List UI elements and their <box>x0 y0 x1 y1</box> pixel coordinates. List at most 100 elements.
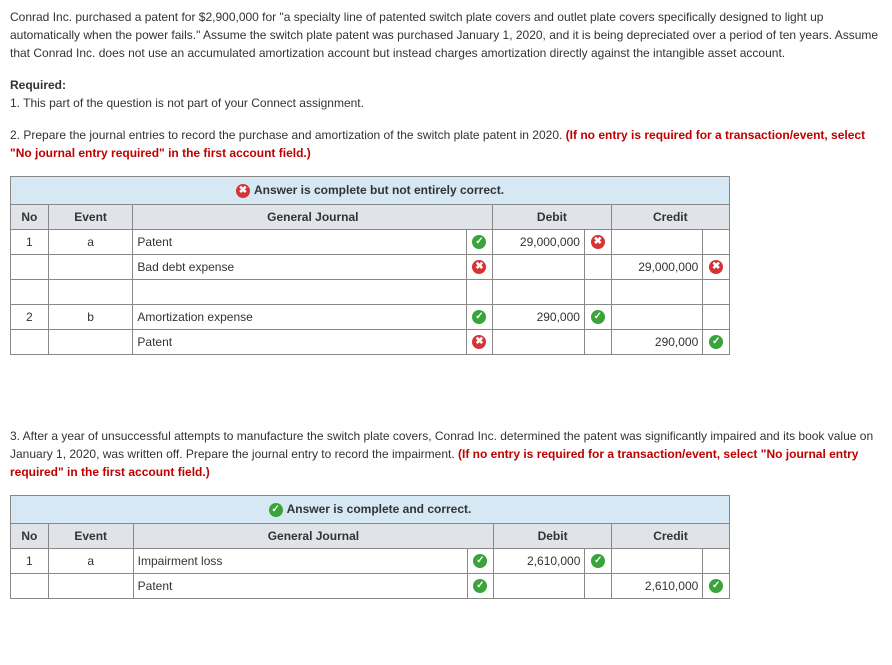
col-general-journal: General Journal <box>133 523 493 548</box>
cell-account[interactable]: Impairment loss <box>133 548 467 573</box>
cell-debit-mark <box>584 279 611 304</box>
cell-debit-mark <box>585 573 612 598</box>
question-intro: Conrad Inc. purchased a patent for $2,90… <box>10 8 882 62</box>
cell-account[interactable]: Patent <box>133 329 466 354</box>
table-row: 1aPatent ✓ 29,000,000 ✖ <box>11 229 730 254</box>
cell-credit[interactable] <box>612 548 703 573</box>
cell-no[interactable] <box>11 279 49 304</box>
x-icon: ✖ <box>472 335 486 349</box>
col-debit: Debit <box>494 523 612 548</box>
answer-banner-2: ✓ Answer is complete and correct. <box>10 495 730 523</box>
banner-correct-icon: ✓ <box>269 503 283 517</box>
cell-account-mark: ✓ <box>466 229 493 254</box>
cell-event[interactable] <box>48 279 133 304</box>
cell-credit[interactable]: 29,000,000 <box>611 254 703 279</box>
check-icon: ✓ <box>472 235 486 249</box>
col-credit: Credit <box>611 204 729 229</box>
banner-wrong-icon: ✖ <box>236 184 250 198</box>
cell-no[interactable] <box>11 573 49 598</box>
cell-credit[interactable] <box>611 279 703 304</box>
cell-credit-mark: ✖ <box>703 254 730 279</box>
cell-event[interactable]: a <box>48 548 133 573</box>
col-general-journal: General Journal <box>133 204 493 229</box>
check-icon: ✓ <box>709 335 723 349</box>
cell-debit[interactable]: 290,000 <box>493 304 585 329</box>
check-icon: ✓ <box>472 310 486 324</box>
cell-event[interactable] <box>48 573 133 598</box>
cell-no[interactable]: 2 <box>11 304 49 329</box>
col-no: No <box>11 204 49 229</box>
check-icon: ✓ <box>473 554 487 568</box>
cell-account-mark: ✖ <box>466 254 493 279</box>
cell-account-mark: ✖ <box>466 329 493 354</box>
cell-event[interactable]: a <box>48 229 133 254</box>
table-row: 1aImpairment loss ✓ 2,610,000 ✓ <box>11 548 730 573</box>
cell-credit[interactable] <box>611 304 703 329</box>
table-row: Patent ✖ 290,000 ✓ <box>11 329 730 354</box>
table-row: 2bAmortization expense ✓ 290,000 ✓ <box>11 304 730 329</box>
cell-credit-mark <box>703 229 730 254</box>
cell-credit-mark <box>703 304 730 329</box>
check-icon: ✓ <box>591 310 605 324</box>
cell-debit[interactable] <box>494 573 585 598</box>
cell-no[interactable] <box>11 254 49 279</box>
journal-block-1: ✖ Answer is complete but not entirely cor… <box>10 176 730 355</box>
requirement-3: 3. After a year of unsuccessful attempts… <box>10 427 882 481</box>
cell-credit-mark: ✓ <box>703 573 730 598</box>
cell-debit[interactable] <box>493 254 585 279</box>
x-icon: ✖ <box>709 260 723 274</box>
cell-debit-mark <box>584 329 611 354</box>
cell-account-mark <box>466 279 493 304</box>
cell-event[interactable]: b <box>48 304 133 329</box>
cell-account[interactable]: Amortization expense <box>133 304 466 329</box>
cell-account[interactable]: Patent <box>133 573 467 598</box>
cell-account[interactable] <box>133 279 466 304</box>
cell-no[interactable]: 1 <box>11 229 49 254</box>
banner-1-text: Answer is complete but not entirely corr… <box>254 183 504 197</box>
cell-no[interactable] <box>11 329 49 354</box>
cell-account-mark: ✓ <box>466 304 493 329</box>
x-icon: ✖ <box>591 235 605 249</box>
cell-debit[interactable]: 2,610,000 <box>494 548 585 573</box>
cell-credit[interactable]: 2,610,000 <box>612 573 703 598</box>
check-icon: ✓ <box>591 554 605 568</box>
col-event: Event <box>48 523 133 548</box>
journal-table-1: No Event General Journal Debit Credit 1a… <box>10 204 730 355</box>
cell-debit-mark <box>584 254 611 279</box>
cell-debit[interactable]: 29,000,000 <box>493 229 585 254</box>
table-row: Patent ✓ 2,610,000 ✓ <box>11 573 730 598</box>
cell-debit[interactable] <box>493 279 585 304</box>
cell-credit-mark: ✓ <box>703 329 730 354</box>
col-debit: Debit <box>493 204 611 229</box>
check-icon: ✓ <box>709 579 723 593</box>
cell-account-mark: ✓ <box>467 548 494 573</box>
banner-2-text: Answer is complete and correct. <box>287 502 472 516</box>
table-row: Bad debt expense ✖ 29,000,000 ✖ <box>11 254 730 279</box>
cell-credit[interactable]: 290,000 <box>611 329 703 354</box>
table-row <box>11 279 730 304</box>
requirement-2: 2. Prepare the journal entries to record… <box>10 126 882 162</box>
req2-text: 2. Prepare the journal entries to record… <box>10 128 566 142</box>
requirement-1: 1. This part of the question is not part… <box>10 94 882 112</box>
cell-account[interactable]: Patent <box>133 229 466 254</box>
cell-debit-mark: ✓ <box>585 548 612 573</box>
col-event: Event <box>48 204 133 229</box>
journal-table-2: No Event General Journal Debit Credit 1a… <box>10 523 730 599</box>
col-credit: Credit <box>612 523 730 548</box>
cell-credit-mark <box>703 279 730 304</box>
cell-account[interactable]: Bad debt expense <box>133 254 466 279</box>
cell-credit[interactable] <box>611 229 703 254</box>
answer-banner-1: ✖ Answer is complete but not entirely cor… <box>10 176 730 204</box>
cell-account-mark: ✓ <box>467 573 494 598</box>
col-no: No <box>11 523 49 548</box>
cell-event[interactable] <box>48 329 133 354</box>
cell-debit-mark: ✓ <box>584 304 611 329</box>
x-icon: ✖ <box>472 260 486 274</box>
cell-debit[interactable] <box>493 329 585 354</box>
check-icon: ✓ <box>473 579 487 593</box>
cell-event[interactable] <box>48 254 133 279</box>
journal-block-2: ✓ Answer is complete and correct. No Even… <box>10 495 730 599</box>
required-label: Required: <box>10 78 882 92</box>
cell-debit-mark: ✖ <box>584 229 611 254</box>
cell-no[interactable]: 1 <box>11 548 49 573</box>
